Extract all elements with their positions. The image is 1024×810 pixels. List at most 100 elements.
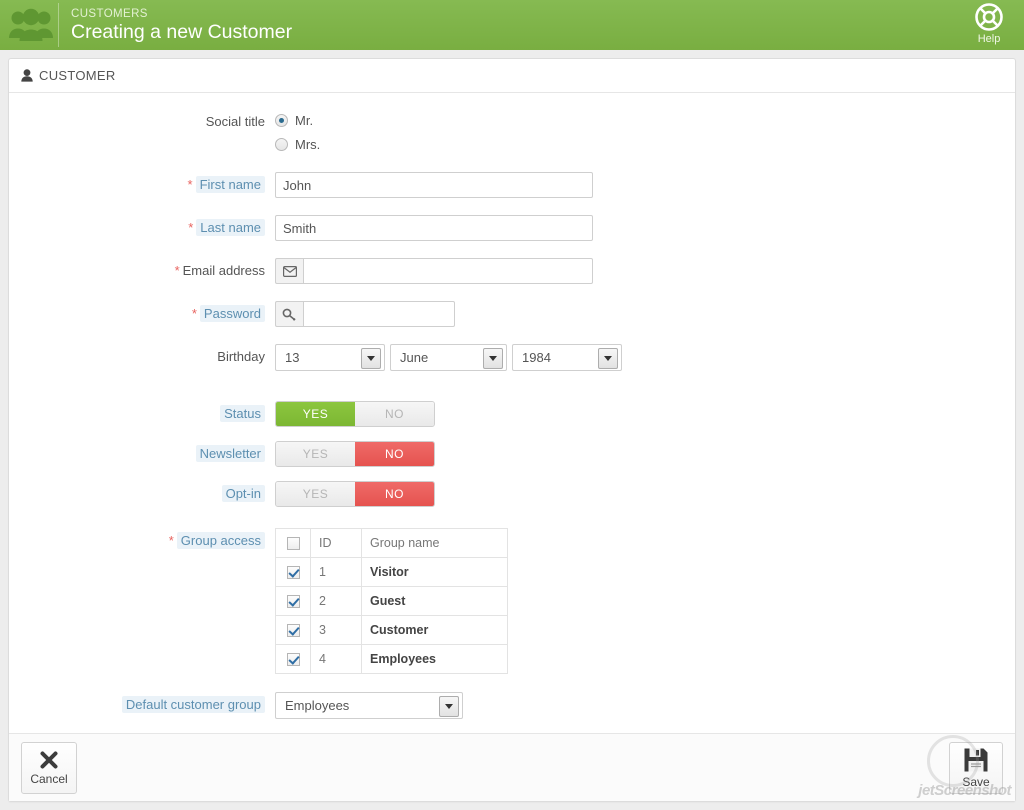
key-icon — [275, 301, 303, 327]
user-icon — [21, 69, 33, 82]
row-check-cell[interactable] — [275, 644, 311, 674]
label-status-text: Status — [220, 405, 265, 422]
cancel-button[interactable]: Cancel — [21, 741, 77, 794]
label-last-name: * Last name — [23, 215, 275, 236]
save-button[interactable]: Save — [949, 741, 1003, 794]
newsletter-yes-option[interactable]: YES — [276, 442, 355, 466]
select-all-cell[interactable] — [275, 528, 311, 558]
row-optin: Opt-in YES NO — [23, 481, 1001, 507]
optin-control: YES NO — [275, 481, 1001, 507]
birthday-selects: 13 June 1984 — [275, 344, 1001, 371]
row-group-name: Guest — [361, 586, 508, 616]
label-group-access: * Group access — [23, 528, 275, 549]
panel-header: CUSTOMER — [9, 59, 1015, 93]
newsletter-no-option[interactable]: NO — [355, 442, 434, 466]
row-check-cell[interactable] — [275, 557, 311, 587]
group-access-control: ID Group name 1 Visitor 2 Guest 3 Custom… — [275, 528, 1001, 674]
label-first-name: * First name — [23, 172, 275, 193]
optin-yes-option[interactable]: YES — [276, 482, 355, 506]
status-toggle[interactable]: YES NO — [275, 401, 435, 427]
last-name-control — [275, 215, 1001, 241]
page-background: CUSTOMER Social title Mr. Mrs. * First n… — [0, 50, 1024, 810]
label-email-text: Email address — [182, 263, 265, 278]
birthday-year-value: 1984 — [522, 350, 551, 365]
label-default-group: Default customer group — [23, 692, 275, 713]
select-all-checkbox[interactable] — [286, 537, 300, 551]
birthday-year-select[interactable]: 1984 — [512, 344, 622, 371]
row-checkbox[interactable] — [286, 595, 300, 609]
row-first-name: * First name — [23, 172, 1001, 198]
status-control: YES NO — [275, 401, 1001, 427]
newsletter-control: YES NO — [275, 441, 1001, 467]
password-control — [275, 301, 1001, 327]
envelope-icon — [275, 258, 303, 284]
radio-option-mrs[interactable]: Mrs. — [275, 133, 1001, 155]
birthday-day-select[interactable]: 13 — [275, 344, 385, 371]
radio-option-mr[interactable]: Mr. — [275, 109, 1001, 131]
row-check-cell[interactable] — [275, 615, 311, 645]
customer-form: Social title Mr. Mrs. * First name John … — [9, 93, 1015, 733]
email-control — [275, 258, 1001, 284]
label-group-access-text: Group access — [176, 532, 265, 549]
customers-group-icon — [8, 2, 54, 48]
chevron-down-icon[interactable] — [483, 348, 503, 369]
chevron-down-icon[interactable] — [361, 348, 381, 369]
row-checkbox[interactable] — [286, 624, 300, 638]
label-newsletter: Newsletter — [23, 441, 275, 462]
label-email: * Email address — [23, 258, 275, 278]
row-social-title: Social title Mr. Mrs. — [23, 109, 1001, 155]
breadcrumb: CUSTOMERS — [71, 7, 148, 20]
panel-footer: Cancel Save jetScreenshot — [9, 733, 1015, 801]
default-group-control: Employees — [275, 692, 1001, 719]
label-status: Status — [23, 401, 275, 422]
optin-no-option[interactable]: NO — [355, 482, 434, 506]
row-birthday: Birthday 13 June 1984 — [23, 344, 1001, 371]
row-checkbox[interactable] — [286, 653, 300, 667]
first-name-input[interactable] — [275, 172, 593, 198]
optin-toggle[interactable]: YES NO — [275, 481, 435, 507]
radio-mr-icon[interactable] — [275, 113, 288, 127]
label-default-group-text: Default customer group — [121, 696, 265, 713]
birthday-month-value: June — [400, 350, 429, 365]
row-newsletter: Newsletter YES NO — [23, 441, 1001, 467]
label-birthday: Birthday — [217, 349, 265, 364]
table-header-row: ID Group name — [275, 528, 508, 558]
row-checkbox[interactable] — [286, 566, 300, 580]
help-button[interactable]: Help — [962, 2, 1016, 45]
label-password: * Password — [23, 301, 275, 322]
label-optin-text: Opt-in — [221, 485, 265, 502]
newsletter-toggle[interactable]: YES NO — [275, 441, 435, 467]
required-marker: * — [191, 306, 197, 321]
row-group-name: Employees — [361, 644, 508, 674]
row-group-name: Visitor — [361, 557, 508, 587]
header-divider — [58, 3, 59, 47]
table-row: 1 Visitor — [275, 557, 508, 587]
row-id: 1 — [310, 557, 362, 587]
row-id: 4 — [310, 644, 362, 674]
default-group-select[interactable]: Employees — [275, 692, 463, 719]
required-marker: * — [187, 177, 193, 192]
label-last-name-text: Last name — [196, 219, 265, 236]
last-name-input[interactable] — [275, 215, 593, 241]
birthday-day-value: 13 — [285, 350, 300, 365]
save-button-label: Save — [962, 774, 990, 789]
row-check-cell[interactable] — [275, 586, 311, 616]
row-default-group: Default customer group Employees — [23, 692, 1001, 719]
social-title-group: Mr. Mrs. — [275, 109, 1001, 155]
customer-panel: CUSTOMER Social title Mr. Mrs. * First n… — [8, 58, 1016, 802]
chevron-down-icon[interactable] — [439, 696, 459, 717]
status-yes-option[interactable]: YES — [276, 402, 355, 426]
radio-mrs-icon[interactable] — [275, 137, 288, 151]
chevron-down-icon[interactable] — [598, 348, 618, 369]
password-input[interactable] — [303, 301, 455, 327]
floppy-disk-icon — [964, 748, 988, 771]
required-marker: * — [188, 220, 194, 235]
birthday-month-select[interactable]: June — [390, 344, 507, 371]
lifebuoy-icon — [975, 3, 1003, 31]
table-row: 3 Customer — [275, 615, 508, 645]
email-input[interactable] — [303, 258, 593, 284]
column-header-id: ID — [310, 528, 362, 558]
row-id: 3 — [310, 615, 362, 645]
row-email: * Email address — [23, 258, 1001, 284]
status-no-option[interactable]: NO — [355, 402, 434, 426]
